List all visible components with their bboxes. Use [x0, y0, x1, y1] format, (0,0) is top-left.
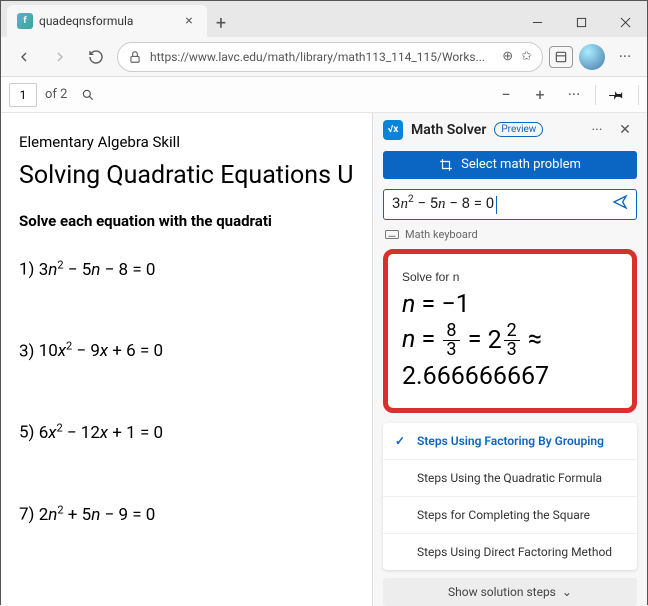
url-text: https://www.lavc.edu/math/library/math11… [150, 50, 494, 64]
minimize-button[interactable] [515, 7, 559, 37]
window-titlebar: f quadeqnsformula × + [1, 1, 647, 37]
zoom-out-icon[interactable]: − [493, 82, 519, 108]
solution-decimal: 2.666666667 [402, 362, 618, 391]
solution-line-2: n = 83 = 223 ≈ [402, 322, 618, 359]
tab-title: quadeqnsformula [39, 14, 175, 28]
math-solver-pane: √x Math Solver Preview ··· ✕ Select math… [372, 113, 647, 606]
back-button[interactable] [9, 42, 39, 72]
preview-badge: Preview [494, 122, 543, 137]
solve-for-label: Solve for n [402, 270, 618, 284]
math-input[interactable]: 3n2 − 5n − 8 = 0 [383, 189, 637, 220]
favorite-icon[interactable]: ✩ [521, 49, 532, 64]
address-bar: https://www.lavc.edu/math/library/math11… [1, 37, 647, 77]
method-quadratic-formula[interactable]: Steps Using the Quadratic Formula [383, 460, 637, 497]
profile-avatar[interactable] [579, 44, 605, 70]
toolbar-divider [595, 85, 596, 105]
zoom-icon[interactable]: ⊕ [502, 49, 513, 64]
pane-more-icon[interactable]: ··· [585, 118, 609, 142]
math-keyboard-label: Math keyboard [405, 228, 478, 241]
problem-1: 1) 3n2 − 5n − 8 = 0 [19, 258, 354, 280]
doc-heading: Solving Quadratic Equations U [19, 161, 354, 190]
pane-close-icon[interactable]: ✕ [613, 118, 637, 142]
problem-5: 5) 6x2 − 12x + 1 = 0 [19, 421, 354, 443]
problem-7: 7) 2n2 + 5n − 9 = 0 [19, 503, 354, 525]
doc-instruction: Solve each equation with the quadrati [19, 212, 354, 230]
solution-line-1: n = −1 [402, 290, 618, 319]
pdf-document: Elementary Algebra Skill Solving Quadrat… [1, 113, 372, 606]
pane-title: Math Solver [411, 122, 486, 138]
tab-favicon: f [17, 13, 33, 29]
window-controls [515, 7, 647, 37]
collections-button[interactable] [549, 46, 573, 68]
chevron-down-icon: ⌄ [562, 585, 572, 599]
pdf-toolbar: of 2 − + ··· [1, 77, 647, 113]
math-keyboard-toggle[interactable]: Math keyboard [373, 228, 647, 249]
keyboard-icon [385, 229, 399, 240]
toolbar-divider-2 [638, 85, 639, 105]
problem-3: 3) 10x2 − 9x + 6 = 0 [19, 340, 354, 362]
close-window-button[interactable] [603, 7, 647, 37]
submit-icon[interactable] [612, 194, 628, 214]
find-icon[interactable] [75, 82, 101, 108]
show-solution-steps-button[interactable]: Show solution steps ⌄ [383, 578, 637, 606]
page-number-input[interactable] [9, 83, 37, 107]
menu-button[interactable]: ··· [611, 43, 639, 71]
doc-skill-line: Elementary Algebra Skill [19, 133, 354, 151]
zoom-in-icon[interactable]: + [527, 82, 553, 108]
refresh-button[interactable] [81, 42, 111, 72]
maximize-button[interactable] [559, 7, 603, 37]
close-tab-icon[interactable]: × [181, 13, 197, 29]
page-total: of 2 [45, 87, 67, 102]
pin-icon[interactable] [604, 82, 630, 108]
pane-header: √x Math Solver Preview ··· ✕ [373, 113, 647, 147]
solution-methods: Steps Using Factoring By Grouping Steps … [383, 423, 637, 570]
select-button-label: Select math problem [461, 157, 581, 172]
browser-tab[interactable]: f quadeqnsformula × [7, 5, 207, 37]
forward-button[interactable] [45, 42, 75, 72]
method-direct-factoring[interactable]: Steps Using Direct Factoring Method [383, 534, 637, 570]
solution-card: Solve for n n = −1 n = 83 = 223 ≈ 2.6666… [383, 249, 637, 413]
method-factoring-grouping[interactable]: Steps Using Factoring By Grouping [383, 423, 637, 460]
crop-icon [439, 158, 453, 172]
lock-icon [128, 50, 142, 64]
new-tab-button[interactable]: + [207, 9, 235, 37]
method-completing-square[interactable]: Steps for Completing the Square [383, 497, 637, 534]
math-solver-logo-icon: √x [383, 120, 403, 140]
pdf-more-icon[interactable]: ··· [561, 82, 587, 108]
show-steps-label: Show solution steps [448, 585, 556, 599]
url-box[interactable]: https://www.lavc.edu/math/library/math11… [117, 42, 543, 72]
select-math-problem-button[interactable]: Select math problem [383, 151, 637, 180]
math-input-expression: 3n2 − 5n − 8 = 0 [392, 194, 612, 214]
